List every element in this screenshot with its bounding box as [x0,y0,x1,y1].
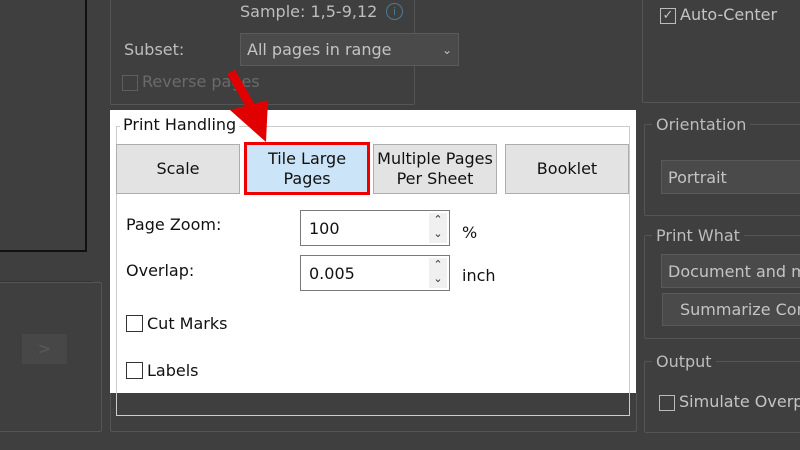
red-arrow-annotation [227,69,268,142]
